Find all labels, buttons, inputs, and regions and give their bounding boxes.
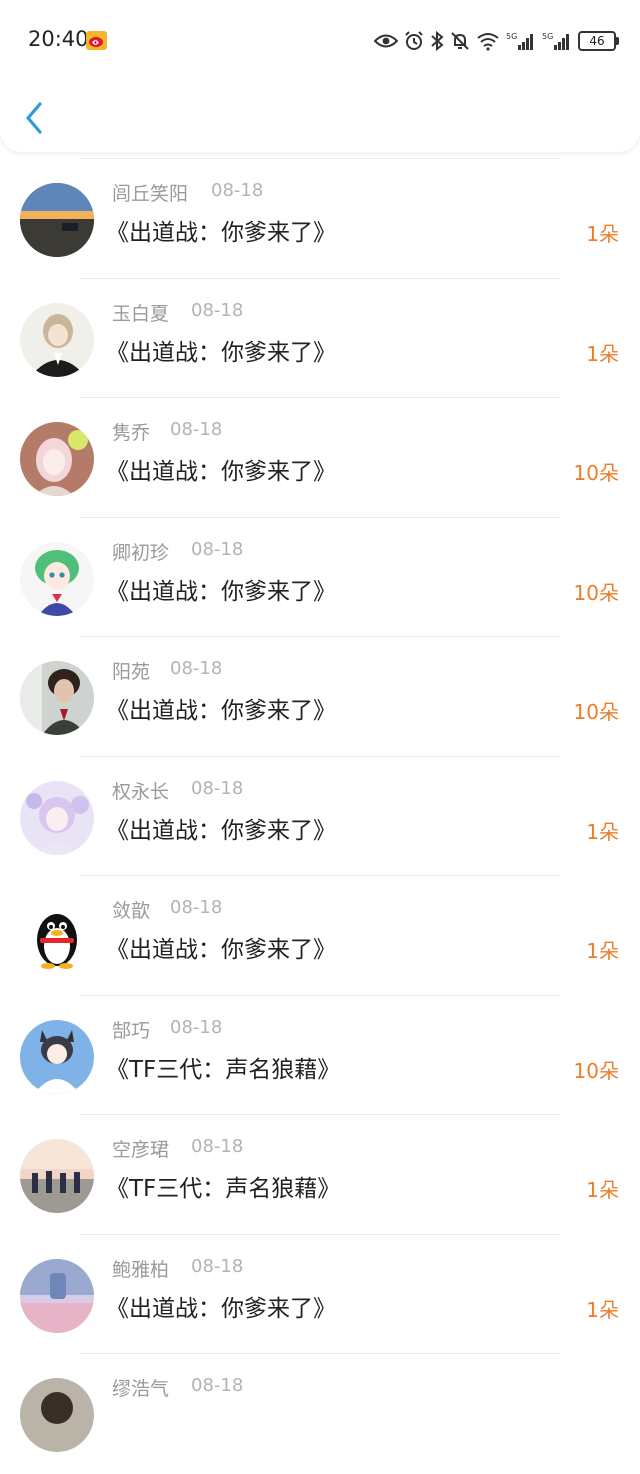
gift-count: 10朵: [573, 580, 619, 605]
avatar: [20, 780, 94, 855]
list-item[interactable]: 阳苑 08-18 《出道战：你爹来了》 10朵: [0, 637, 640, 757]
battery-icon: 46: [578, 31, 619, 51]
user-name: 阳苑: [112, 661, 151, 683]
user-name: 权永长: [112, 780, 170, 803]
gift-title: 《TF三代：声名狼藉》: [106, 1056, 341, 1083]
gift-title: 《出道战：你爹来了》: [106, 339, 336, 366]
gift-title: 《出道战：你爹来了》: [106, 817, 336, 844]
gift-title: 《出道战：你爹来了》: [106, 698, 336, 724]
gift-count: 1朵: [586, 939, 619, 963]
gift-count: 10朵: [573, 461, 619, 485]
list-item[interactable]: 卿初珍 08-18 《出道战：你爹来了》 10朵: [0, 518, 640, 637]
list-item[interactable]: 权永长 08-18 《出道战：你爹来了》 1朵: [0, 757, 640, 876]
svg-text:5G: 5G: [542, 32, 553, 41]
bluetooth-icon: [431, 31, 444, 51]
svg-text:5G: 5G: [506, 32, 517, 41]
gift-date: 08-18: [191, 1375, 244, 1396]
gift-date: 08-18: [211, 180, 264, 201]
avatar: [20, 183, 94, 257]
gift-record-list: 闾丘笑阳 08-18 《出道战：你爹来了》 1朵 玉白夏 08-18 《出道战：…: [0, 38, 640, 1474]
list-item[interactable]: 敛歆 08-18 《出道战：你爹来了》 1朵: [0, 876, 640, 996]
user-name: 隽乔: [112, 422, 151, 444]
gift-date: 08-18: [170, 658, 223, 679]
back-button[interactable]: [18, 98, 52, 138]
user-name: 缪浩气: [112, 1378, 170, 1400]
avatar: [20, 541, 94, 616]
user-name: 空彦珺: [112, 1139, 170, 1161]
gift-date: 08-18: [170, 897, 223, 918]
user-name: 闾丘笑阳: [112, 183, 189, 205]
gift-title: 《出道战：你爹来了》: [106, 578, 336, 605]
gift-date: 08-18: [191, 1255, 244, 1277]
user-name: 鲍雅柏: [112, 1258, 170, 1281]
user-name: 卿初珍: [112, 541, 170, 564]
gift-date: 08-18: [191, 299, 244, 321]
avatar: [20, 1258, 94, 1333]
gift-date: 08-18: [170, 1016, 223, 1038]
gift-count: 1朵: [586, 819, 619, 844]
signal-5g-icon: 5G: [506, 32, 533, 50]
gift-date: 08-18: [170, 419, 223, 440]
gift-title: 《出道战：你爹来了》: [106, 937, 336, 963]
gift-count: 1朵: [586, 341, 619, 366]
gift-date: 08-18: [191, 1136, 244, 1157]
status-icons: 5G 5G 46: [374, 28, 619, 54]
avatar: [20, 302, 94, 377]
top-bar: 20:40 5G 5G 46: [0, 0, 640, 152]
user-name: 玉白夏: [112, 302, 170, 325]
avatar: [20, 900, 94, 974]
avatar: [20, 1019, 94, 1094]
gift-count: 1朵: [586, 1178, 619, 1202]
gift-date: 08-18: [191, 777, 244, 799]
list-item[interactable]: 玉白夏 08-18 《出道战：你爹来了》 1朵: [0, 279, 640, 398]
list-item[interactable]: 郜巧 08-18 《TF三代：声名狼藉》 10朵: [0, 996, 640, 1115]
avatar: [20, 422, 94, 496]
weibo-icon: [86, 31, 107, 50]
signal-5g-icon-2: 5G: [542, 32, 569, 50]
list-item[interactable]: 空彦珺 08-18 《TF三代：声名狼藉》 1朵: [0, 1115, 640, 1235]
gift-title: 《TF三代：声名狼藉》: [106, 1176, 341, 1202]
user-name: 郜巧: [112, 1019, 151, 1042]
wifi-icon: [477, 33, 499, 51]
list-item[interactable]: 闾丘笑阳 08-18 《出道战：你爹来了》 1朵: [0, 159, 640, 279]
gift-count: 10朵: [573, 1058, 619, 1083]
user-name: 敛歆: [112, 900, 151, 922]
mute-icon: [451, 32, 469, 50]
avatar: [20, 1378, 94, 1452]
gift-title: 《出道战：你爹来了》: [106, 1295, 336, 1322]
gift-title: 《出道战：你爹来了》: [106, 220, 336, 246]
gift-count: 1朵: [586, 222, 619, 246]
gift-title: 《出道战：你爹来了》: [106, 459, 336, 485]
avatar: [20, 661, 94, 735]
status-time: 20:40: [28, 27, 89, 51]
gift-date: 08-18: [191, 538, 244, 560]
avatar: [20, 1139, 94, 1213]
list-item[interactable]: 鲍雅柏 08-18 《出道战：你爹来了》 1朵: [0, 1235, 640, 1354]
battery-level: 46: [589, 34, 605, 48]
gift-count: 10朵: [573, 700, 619, 724]
gift-count: 1朵: [586, 1297, 619, 1322]
list-item[interactable]: 隽乔 08-18 《出道战：你爹来了》 10朵: [0, 398, 640, 518]
alarm-icon: [405, 31, 423, 50]
eye-icon: [374, 34, 398, 48]
